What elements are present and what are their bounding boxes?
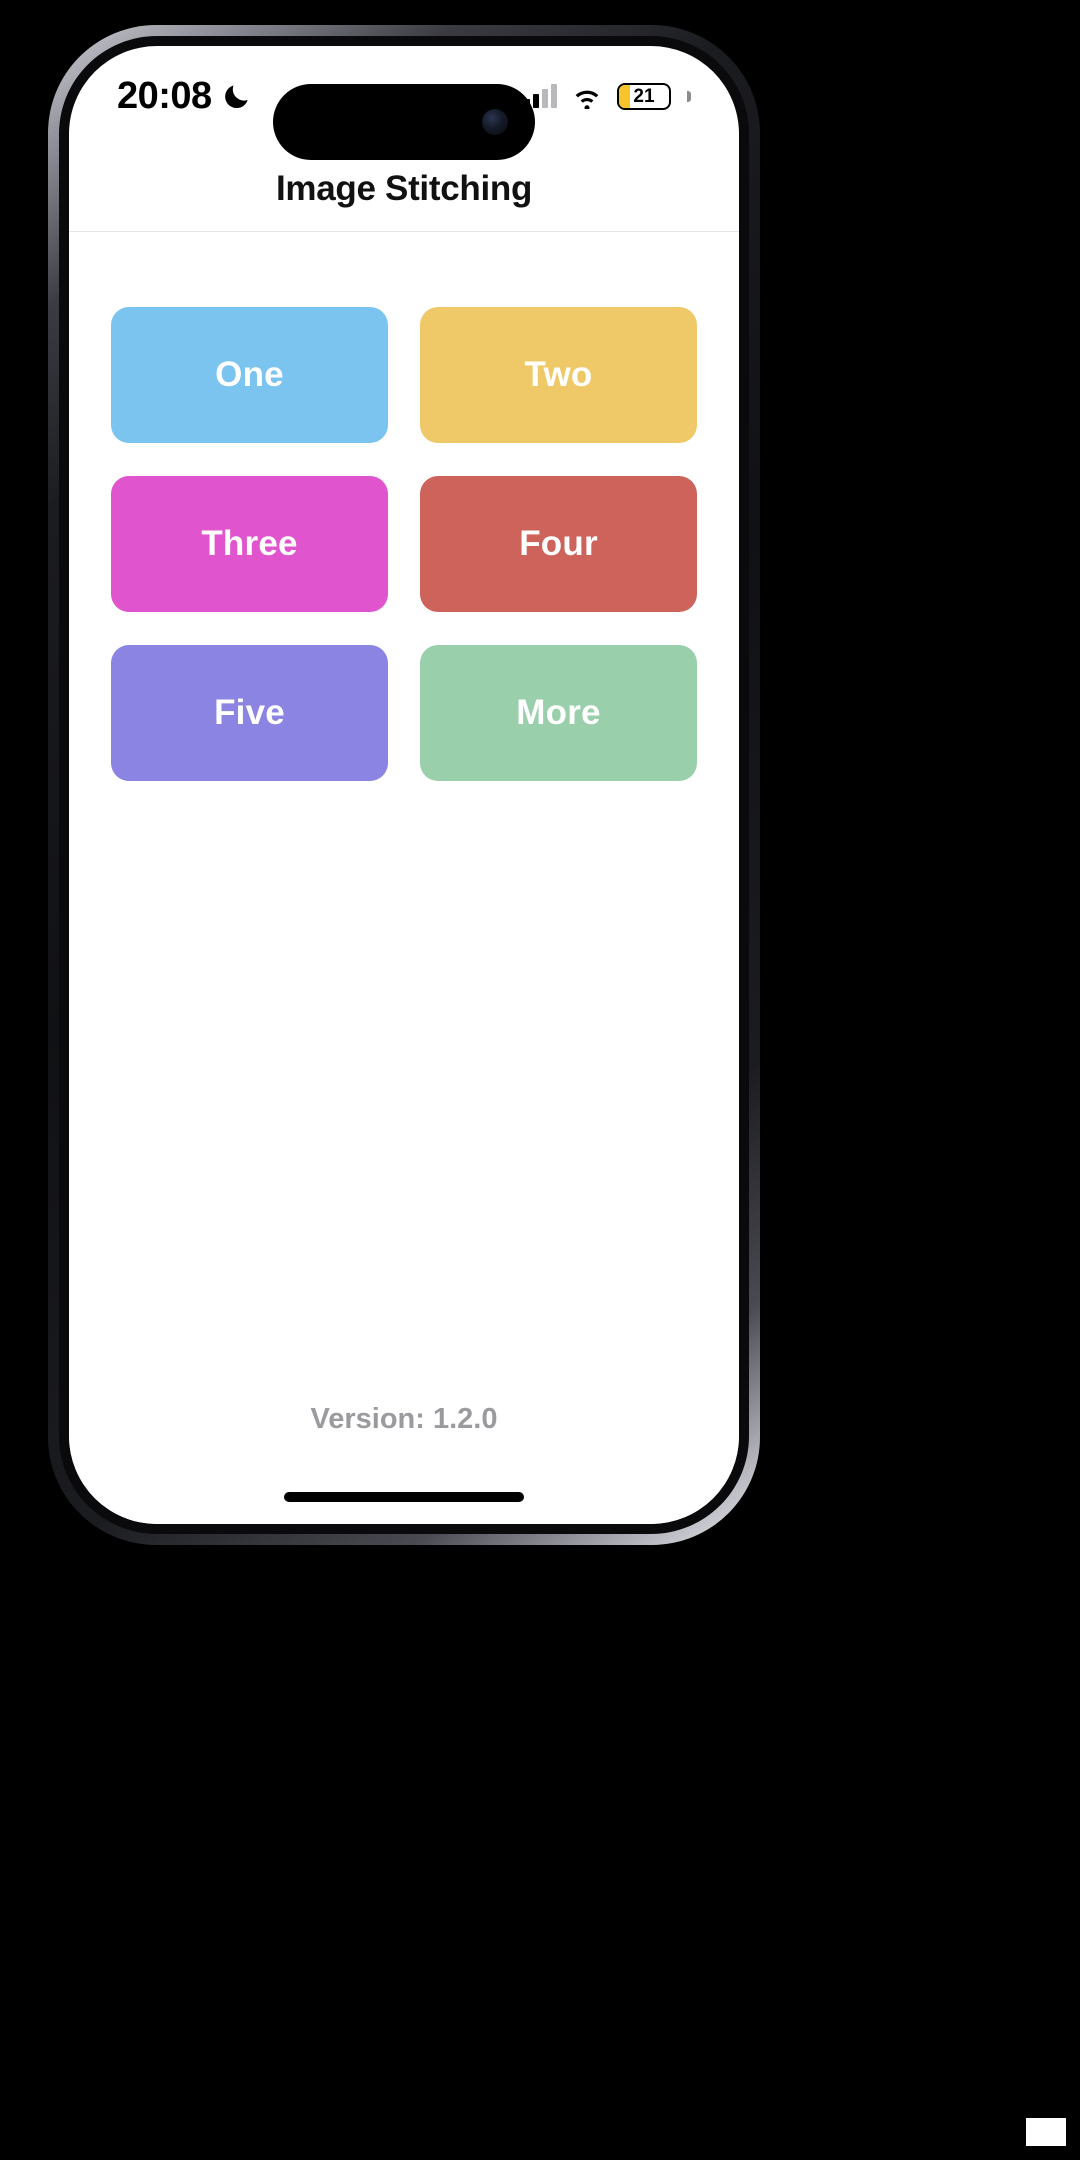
phone-screen: 20:08 21 Image Stitching One Two Three F…: [69, 46, 739, 1524]
status-bar-right: 21: [524, 82, 691, 110]
tile-label: Four: [519, 524, 598, 563]
corner-marker: [1026, 2118, 1066, 2146]
dynamic-island: [273, 84, 535, 160]
button-grid: One Two Three Four Five More: [69, 307, 739, 781]
battery-cap-icon: [687, 90, 691, 102]
tile-label: More: [516, 693, 601, 732]
phone-device-frame: 20:08 21 Image Stitching One Two Three F…: [48, 25, 760, 1545]
tile-button-one[interactable]: One: [111, 307, 388, 443]
battery-indicator: 21: [617, 82, 671, 110]
tile-button-two[interactable]: Two: [420, 307, 697, 443]
status-bar-left: 20:08: [117, 75, 252, 118]
tile-button-four[interactable]: Four: [420, 476, 697, 612]
tile-label: Two: [524, 355, 593, 394]
battery-fill: [619, 84, 630, 108]
app-body: One Two Three Four Five More Version: 1.…: [69, 232, 739, 1524]
home-indicator[interactable]: [284, 1492, 524, 1502]
tile-button-five[interactable]: Five: [111, 645, 388, 781]
tile-label: Three: [201, 524, 298, 563]
tile-label: One: [215, 355, 284, 394]
tile-label: Five: [214, 693, 285, 732]
wifi-icon: [575, 90, 599, 109]
status-bar-clock: 20:08: [117, 74, 212, 117]
tile-button-more[interactable]: More: [420, 645, 697, 781]
battery-level-label: 21: [633, 85, 655, 107]
version-label: Version: 1.2.0: [310, 1403, 498, 1435]
tile-button-three[interactable]: Three: [111, 476, 388, 612]
front-camera-icon: [482, 109, 508, 135]
device-bezel: 20:08 21 Image Stitching One Two Three F…: [59, 36, 749, 1534]
page-title: Image Stitching: [275, 168, 533, 208]
crescent-moon-icon: [224, 85, 248, 109]
